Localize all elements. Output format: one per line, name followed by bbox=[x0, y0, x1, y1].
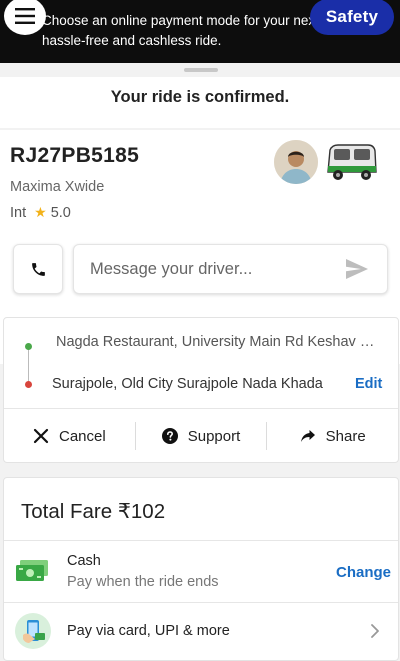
cancel-label: Cancel bbox=[58, 427, 106, 445]
cancel-ride-button[interactable]: Cancel bbox=[4, 409, 135, 463]
star-icon: ★ bbox=[34, 204, 47, 220]
driver-rating: Int ★ 5.0 bbox=[10, 204, 71, 221]
pickup-address: Nagda Restaurant, University Main Rd Kes… bbox=[56, 334, 381, 350]
close-icon bbox=[33, 428, 49, 444]
message-composer bbox=[73, 244, 388, 294]
drag-handle[interactable] bbox=[184, 68, 218, 72]
ride-bottom-sheet: Your ride is confirmed. RJ27PB5185 Maxim… bbox=[0, 63, 400, 661]
fare-card: Total Fare ₹102 Cash Pay when the ride e… bbox=[3, 477, 399, 661]
top-banner: Choose an online payment mode for your n… bbox=[0, 0, 400, 63]
send-icon[interactable] bbox=[345, 258, 369, 280]
banner-text-line1: Choose an online payment mode for your n… bbox=[42, 13, 331, 28]
banner-text-line2: hassle-free and cashless ride. bbox=[42, 33, 222, 48]
help-icon bbox=[161, 428, 178, 444]
payment-method-label: Cash bbox=[67, 553, 101, 569]
route-connector bbox=[28, 345, 29, 383]
drop-address: Surajpole, Old City Surajpole Nada Khada bbox=[52, 376, 323, 392]
total-fare: Total Fare ₹102 bbox=[21, 500, 166, 523]
drop-dot-icon bbox=[25, 381, 32, 388]
divider bbox=[4, 540, 398, 541]
payment-method-subtitle: Pay when the ride ends bbox=[67, 574, 219, 590]
share-ride-button[interactable]: Share bbox=[267, 409, 398, 463]
chevron-right-icon[interactable] bbox=[370, 623, 380, 639]
support-button[interactable]: Support bbox=[136, 409, 267, 463]
menu-button[interactable] bbox=[4, 0, 46, 35]
support-label: Support bbox=[187, 427, 241, 445]
change-payment-button[interactable]: Change bbox=[336, 564, 391, 581]
driver-avatar[interactable] bbox=[274, 140, 318, 184]
cash-icon bbox=[16, 560, 48, 581]
divider bbox=[4, 602, 398, 603]
online-payment-icon bbox=[15, 613, 51, 649]
online-payment-option[interactable]: Pay via card, UPI & more bbox=[67, 623, 230, 639]
ride-actions: Cancel Support Share bbox=[4, 409, 398, 463]
vehicle-model: Maxima Xwide bbox=[10, 179, 105, 195]
share-icon bbox=[300, 430, 315, 442]
safety-button[interactable]: Safety bbox=[310, 0, 394, 35]
hamburger-icon bbox=[15, 8, 35, 24]
phone-icon bbox=[31, 262, 45, 276]
ride-status-title: Your ride is confirmed. bbox=[0, 77, 400, 128]
message-driver-input[interactable] bbox=[90, 245, 330, 293]
payment-promo-banner[interactable]: Choose an online payment mode for your n… bbox=[42, 11, 332, 51]
rating-value: 5.0 bbox=[50, 204, 71, 221]
edit-drop-button[interactable]: Edit bbox=[355, 376, 382, 392]
pickup-dot-icon bbox=[25, 343, 32, 350]
route-card: Nagda Restaurant, University Main Rd Kes… bbox=[3, 317, 399, 463]
call-driver-button[interactable] bbox=[13, 244, 63, 294]
auto-rickshaw-icon bbox=[327, 144, 377, 180]
rating-prefix: Int bbox=[10, 204, 27, 221]
vehicle-plate: RJ27PB5185 bbox=[10, 144, 140, 167]
share-label: Share bbox=[325, 427, 366, 445]
driver-photo-icon bbox=[274, 140, 318, 184]
